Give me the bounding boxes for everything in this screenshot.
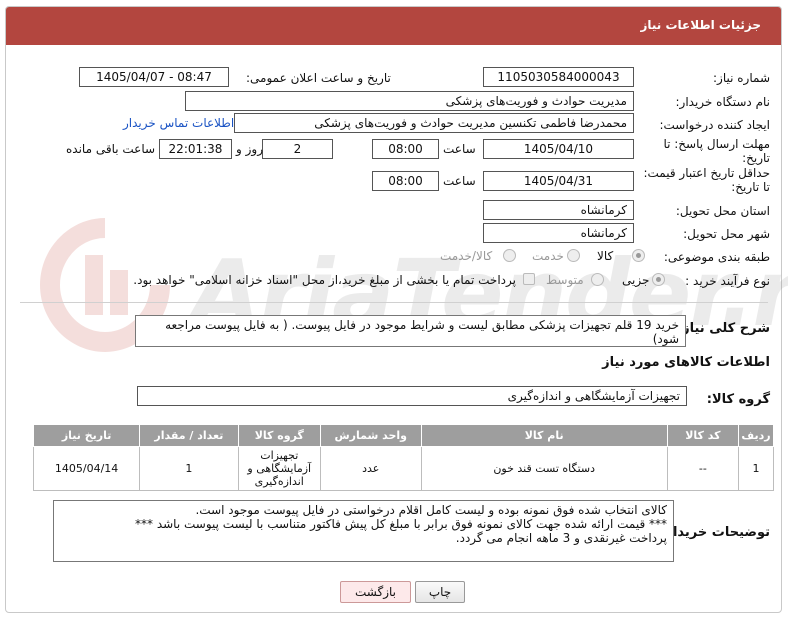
price-time-field: 08:00 [372, 171, 439, 191]
buyer-notes-label: توضیحات خریدار: [660, 525, 770, 540]
reply-time-label: ساعت [443, 142, 476, 156]
col-row: ردیف [737, 424, 775, 447]
announce-label: تاریخ و ساعت اعلان عمومی: [246, 71, 391, 85]
category-option-goods: کالا [597, 249, 614, 263]
col-qty: تعداد / مقدار [139, 424, 239, 447]
buyer-notes-line-1: کالای انتخاب شده فوق نمونه بوده و لیست ک… [195, 503, 667, 517]
province-field: کرمانشاه [483, 200, 634, 220]
creator-field: محمدرضا فاطمی تکنسین مدیریت حوادث و فوری… [234, 113, 634, 133]
category-radio-goods[interactable] [632, 249, 645, 262]
cell-unit: عدد [319, 446, 422, 491]
buyer-notes-line-3: پرداخت غیرنقدی و 3 ماهه انجام می گردد. [455, 531, 667, 545]
need-number-field: 1105030584000043 [483, 67, 634, 87]
reply-date-field: 1405/04/10 [483, 139, 634, 159]
buyer-org-field: مدیریت حوادث و فوریت‌های پزشکی [185, 91, 634, 111]
col-unit: واحد شمارش [319, 424, 422, 447]
reply-deadline-text: مهلت ارسال پاسخ: تا تاریخ: [663, 137, 770, 165]
remaining-label: ساعت باقی مانده [66, 142, 156, 156]
goods-group-label: گروه کالا: [706, 392, 770, 407]
cell-date: 1405/04/14 [32, 446, 141, 491]
need-number-label: شماره نیاز: [713, 71, 770, 85]
buyer-org-label: نام دستگاه خریدار: [675, 95, 771, 109]
print-button[interactable]: چاپ [415, 581, 465, 603]
category-option-both: کالا/خدمت [440, 249, 493, 263]
price-validity-text: حداقل تاریخ اعتبار قیمت: تا تاریخ: [643, 166, 770, 194]
panel-title: جزئیات اطلاعات نیاز [640, 18, 761, 32]
items-table: ردیف کد کالا نام کالا واحد شمارش گروه کا… [32, 424, 775, 491]
announce-field: 1405/04/07 - 08:47 [79, 67, 229, 87]
city-field: کرمانشاه [483, 223, 634, 243]
province-label: استان محل تحویل: [675, 204, 770, 218]
col-code: کد کالا [666, 424, 739, 447]
description-label: شرح کلی نیاز: [676, 321, 770, 336]
price-validity-label: حداقل تاریخ اعتبار قیمت: تا تاریخ: [640, 166, 770, 194]
process-option-medium: متوسط [546, 273, 584, 287]
category-radio-both[interactable] [503, 249, 516, 262]
contact-link[interactable]: اطلاعات تماس خریدار [123, 116, 234, 130]
description-text: خرید 19 قلم تجهیزات پزشکی مطابق لیست و ش… [165, 318, 679, 346]
category-option-service: خدمت [532, 249, 564, 263]
description-textarea[interactable]: خرید 19 قلم تجهیزات پزشکی مطابق لیست و ش… [135, 315, 686, 347]
price-date-field: 1405/04/31 [483, 171, 634, 191]
panel-header: جزئیات اطلاعات نیاز [6, 7, 781, 45]
section-divider [20, 302, 768, 303]
col-group: گروه کالا [237, 424, 321, 447]
cell-group: تجهیزات آزمایشگاهی و اندازه‌گیری [237, 446, 321, 491]
reply-deadline-label: مهلت ارسال پاسخ: تا تاریخ: [660, 137, 770, 165]
table-row: 1 -- دستگاه تست قند خون عدد تجهیزات آزما… [32, 446, 775, 491]
category-radio-service[interactable] [567, 249, 580, 262]
process-option-minor: جزیی [622, 273, 650, 287]
buyer-notes-line-2: *** قیمت ارائه شده جهت کالای نمونه فوق ب… [135, 517, 667, 531]
cell-row: 1 [737, 446, 775, 491]
days-label: روز و [236, 142, 263, 156]
goods-section-title: اطلاعات کالاهای مورد نیاز [602, 355, 770, 370]
days-field: 2 [262, 139, 333, 159]
process-radio-medium[interactable] [591, 273, 604, 286]
process-radio-minor[interactable] [652, 273, 665, 286]
reply-time-field: 08:00 [372, 139, 439, 159]
category-label: طبقه بندی موضوعی: [663, 250, 770, 264]
goods-group-field: تجهیزات آزمایشگاهی و اندازه‌گیری [137, 386, 687, 406]
payment-checkbox[interactable] [523, 273, 535, 285]
col-name: نام کالا [420, 424, 668, 447]
city-label: شهر محل تحویل: [683, 227, 770, 241]
process-label: نوع فرآیند خرید : [685, 274, 770, 288]
back-button[interactable]: بازگشت [340, 581, 411, 603]
cell-name: دستگاه تست قند خون [420, 446, 668, 491]
cell-qty: 1 [139, 446, 239, 491]
buyer-notes-textarea[interactable]: کالای انتخاب شده فوق نمونه بوده و لیست ک… [53, 500, 674, 562]
creator-label: ایجاد کننده درخواست: [659, 118, 770, 132]
payment-note: پرداخت تمام یا بخشی از مبلغ خرید،از محل … [133, 273, 516, 287]
cell-code: -- [666, 446, 739, 491]
price-time-label: ساعت [443, 174, 476, 188]
col-date: تاریخ نیاز [32, 424, 141, 447]
remaining-time-field: 22:01:38 [159, 139, 232, 159]
